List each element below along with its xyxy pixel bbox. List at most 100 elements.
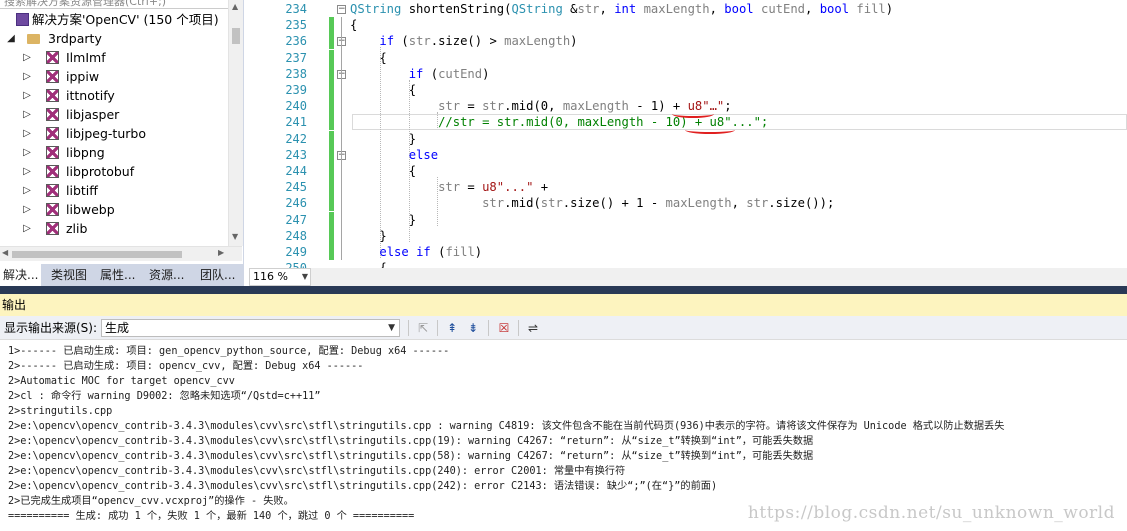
tab-class-view[interactable]: 类视图	[48, 264, 90, 286]
expanded-arrow-icon[interactable]: ◢	[6, 29, 16, 48]
tree-item-project[interactable]: ▷ libjasper	[0, 105, 228, 124]
code-token: ,	[709, 2, 725, 16]
collapsed-arrow-icon[interactable]: ▷	[22, 124, 32, 143]
output-line[interactable]: 2>e:\opencv\opencv_contrib-3.4.3\modules…	[8, 449, 813, 464]
solution-icon	[16, 13, 29, 26]
collapsed-arrow-icon[interactable]: ▷	[22, 200, 32, 219]
scroll-thumb[interactable]	[12, 251, 182, 258]
tree-item-project[interactable]: ▷ zlib	[0, 219, 228, 238]
code-line[interactable]: {	[350, 82, 416, 98]
tab-resources[interactable]: 资源...	[146, 264, 187, 286]
tree-item-project[interactable]: ▷ libprotobuf	[0, 162, 228, 181]
toolbar-separator	[408, 320, 409, 336]
line-number: 242	[285, 131, 307, 146]
tree-item-label: libjpeg-turbo	[66, 126, 146, 141]
solution-tree: 解决方案'OpenCV' (150 个项目) ◢ 3rdparty ▷ IlmIm…	[0, 10, 228, 238]
collapsed-arrow-icon[interactable]: ▷	[22, 86, 32, 105]
code-token: }	[350, 228, 387, 243]
collapsed-arrow-icon[interactable]: ▷	[22, 162, 32, 181]
scroll-thumb[interactable]	[232, 28, 240, 44]
collapsed-arrow-icon[interactable]: ▷	[22, 219, 32, 238]
code-token: ,	[805, 2, 820, 16]
tree-item-project[interactable]: ▷ IlmImf	[0, 48, 228, 67]
code-line[interactable]: str.mid(str.size() + 1 - maxLength, str.…	[350, 195, 834, 211]
output-line[interactable]: 2>stringutils.cpp	[8, 404, 112, 419]
code-token: maxLength	[504, 34, 571, 49]
output-line[interactable]: 2>cl : 命令行 warning D9002: 忽略未知选项“/Qstd=c…	[8, 389, 321, 404]
output-source-label: 显示输出来源(S):	[4, 321, 98, 335]
solution-horizontal-scrollbar[interactable]: ◀ ▶	[0, 246, 242, 261]
scroll-up-icon[interactable]: ▲	[232, 2, 238, 11]
tree-item-label: IlmImf	[66, 50, 106, 65]
folder-icon	[27, 34, 40, 44]
line-number: 244	[285, 164, 307, 178]
code-line[interactable]: }	[350, 131, 416, 147]
scroll-left-icon[interactable]: ◀	[2, 248, 8, 257]
change-indicator	[329, 65, 334, 82]
code-token: ;	[724, 99, 732, 114]
code-line[interactable]: str = u8"..." +	[350, 179, 548, 195]
word-wrap-icon[interactable]: ⇌	[525, 320, 541, 336]
previous-message-icon[interactable]: ⇞	[444, 320, 460, 336]
output-line[interactable]: 2>已完成生成项目“opencv_cvv.vcxproj”的操作 - 失败。	[8, 494, 294, 509]
code-token: str	[482, 99, 505, 114]
code-token: if	[416, 245, 431, 259]
solution-search-input[interactable]: 搜索解决方案资源管理器(Ctrl+;)	[0, 0, 232, 9]
output-line[interactable]: 2>e:\opencv\opencv_contrib-3.4.3\modules…	[8, 419, 1004, 434]
code-line[interactable]: {	[350, 163, 416, 179]
line-number: 235	[285, 18, 307, 33]
line-number: 247	[285, 212, 307, 227]
code-line[interactable]: QString shortenString(QString &str, int …	[350, 1, 893, 17]
find-message-icon[interactable]: ⇱	[415, 320, 431, 336]
clear-all-icon[interactable]: ☒	[496, 320, 512, 336]
collapsed-arrow-icon[interactable]: ▷	[22, 181, 32, 200]
collapsed-arrow-icon[interactable]: ▷	[22, 105, 32, 124]
tree-item-project[interactable]: ▷ libtiff	[0, 181, 228, 200]
code-editor[interactable]: 234 235 236 237 238 239 240 241 242 243 244 245 246 2…	[249, 0, 1127, 286]
watermark-text: https://blog.csdn.net/su_unknown_world	[747, 503, 1115, 523]
tree-item-project[interactable]: ▷ libjpeg-turbo	[0, 124, 228, 143]
collapsed-arrow-icon[interactable]: ▷	[22, 48, 32, 67]
output-line[interactable]: 2>------ 已启动生成: 项目: opencv_cvv, 配置: Debu…	[8, 359, 363, 374]
code-line[interactable]: if (str.size() > maxLength)	[350, 33, 577, 49]
solution-vertical-scrollbar[interactable]: ▲ ▼	[228, 0, 243, 246]
editor-horizontal-scrollbar[interactable]	[311, 268, 1127, 286]
code-line[interactable]: else	[350, 147, 438, 163]
output-source-select[interactable]: 生成 ▼	[101, 319, 400, 337]
collapse-region-icon[interactable]: −	[337, 5, 346, 14]
output-line[interactable]: 2>e:\opencv\opencv_contrib-3.4.3\modules…	[8, 464, 625, 479]
code-line[interactable]: else if (fill)	[350, 244, 482, 260]
code-line[interactable]: if (cutEnd)	[350, 66, 490, 82]
code-token: shortenString(	[401, 2, 512, 16]
next-message-icon[interactable]: ⇟	[465, 320, 481, 336]
scroll-down-icon[interactable]: ▼	[232, 232, 238, 241]
pane-splitter[interactable]	[0, 286, 1127, 294]
tree-item-project[interactable]: ▷ ippiw	[0, 67, 228, 86]
solution-explorer: 搜索解决方案资源管理器(Ctrl+;) 解决方案'OpenCV' (150 个项…	[0, 0, 244, 286]
output-line[interactable]: ========== 生成: 成功 1 个，失败 1 个，最新 140 个，跳过…	[8, 509, 414, 524]
tree-item-project[interactable]: ▷ libpng	[0, 143, 228, 162]
scroll-right-icon[interactable]: ▶	[218, 248, 224, 257]
tree-item-project[interactable]: ▷ ittnotify	[0, 86, 228, 105]
code-line[interactable]: {	[350, 50, 386, 66]
collapsed-arrow-icon[interactable]: ▷	[22, 143, 32, 162]
code-token: str	[540, 196, 563, 211]
zoom-level-dropdown[interactable]: 116 % ▼	[249, 268, 311, 286]
project-icon	[46, 184, 59, 197]
output-line[interactable]: 2>Automatic MOC for target opencv_cvv	[8, 374, 235, 389]
code-line[interactable]: }	[350, 228, 387, 244]
tree-item-folder[interactable]: ◢ 3rdparty	[0, 29, 228, 48]
tab-properties[interactable]: 属性...	[97, 264, 138, 286]
collapsed-arrow-icon[interactable]: ▷	[22, 67, 32, 86]
code-line[interactable]: {	[350, 17, 357, 33]
output-line[interactable]: 2>e:\opencv\opencv_contrib-3.4.3\modules…	[8, 434, 813, 449]
output-line[interactable]: 2>e:\opencv\opencv_contrib-3.4.3\modules…	[8, 479, 717, 494]
tab-solution-explorer[interactable]: 解决...	[0, 264, 42, 286]
output-line[interactable]: 1>------ 已启动生成: 项目: gen_opencv_python_so…	[8, 344, 449, 359]
tab-team[interactable]: 团队...	[197, 264, 238, 286]
tree-item-solution[interactable]: 解决方案'OpenCV' (150 个项目)	[0, 10, 228, 29]
code-line[interactable]: }	[350, 212, 416, 228]
tree-item-project[interactable]: ▷ libwebp	[0, 200, 228, 219]
